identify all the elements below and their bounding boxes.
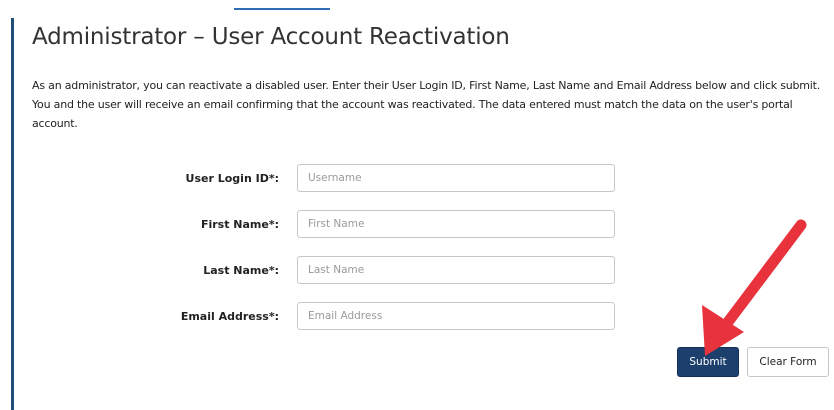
last-name-input[interactable] <box>297 256 615 284</box>
form-row-login-id: User Login ID*: <box>0 164 834 194</box>
first-name-label: First Name*: <box>200 218 279 231</box>
user-login-id-input[interactable] <box>297 164 615 192</box>
email-address-label: Email Address*: <box>180 310 279 323</box>
reactivation-page: Administrator – User Account Reactivatio… <box>0 0 834 410</box>
user-login-id-label: User Login ID*: <box>185 172 279 185</box>
form-row-last-name: Last Name*: <box>0 256 834 286</box>
submit-button[interactable]: Submit <box>677 347 739 377</box>
active-tab-indicator <box>234 8 330 10</box>
arrow-icon <box>702 219 807 356</box>
intro-text: As an administrator, you can reactivate … <box>32 79 821 130</box>
form-row-email: Email Address*: <box>0 302 834 332</box>
page-title: Administrator – User Account Reactivatio… <box>32 24 510 50</box>
form-row-first-name: First Name*: <box>0 210 834 240</box>
clear-form-button[interactable]: Clear Form <box>747 347 829 377</box>
email-address-input[interactable] <box>297 302 615 330</box>
first-name-input[interactable] <box>297 210 615 238</box>
last-name-label: Last Name*: <box>203 264 279 277</box>
